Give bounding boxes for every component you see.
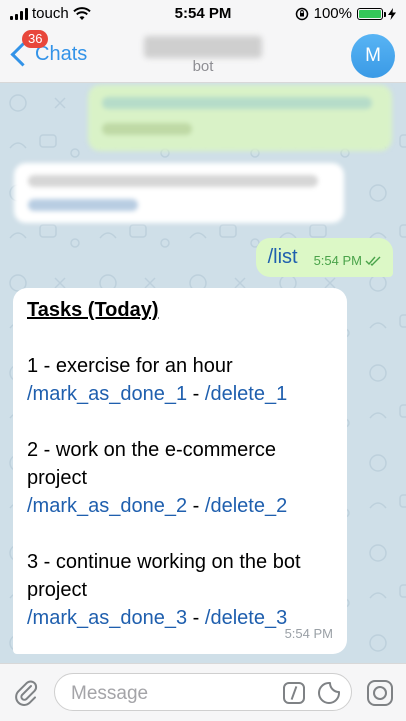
outgoing-meta: 5:54 PM: [314, 253, 381, 268]
message-input[interactable]: Message: [54, 673, 352, 711]
delete-command[interactable]: /delete_1: [205, 383, 287, 405]
sticker-icon[interactable]: [317, 681, 341, 705]
attachment-icon[interactable]: [12, 678, 40, 706]
redacted-incoming-message: [14, 163, 344, 223]
task-item-text-cont: project: [27, 467, 88, 489]
chat-subtitle: bot: [192, 58, 214, 75]
battery-percent: 100%: [313, 5, 352, 22]
task-list-heading: Tasks (Today): [27, 299, 159, 321]
charging-icon: [388, 7, 396, 20]
status-right: 100%: [295, 5, 396, 22]
message-placeholder: Message: [71, 683, 149, 704]
task-item-actions: /mark_as_done_1 - /delete_1: [27, 380, 333, 408]
avatar-initial: M: [365, 45, 381, 66]
delete-command[interactable]: /delete_2: [205, 495, 287, 517]
outgoing-message[interactable]: /list 5:54 PM: [255, 238, 393, 277]
command-separator: -: [187, 383, 205, 405]
mark-done-command[interactable]: /mark_as_done_1: [27, 383, 187, 405]
chat-header: Chats 36 bot M: [0, 30, 406, 83]
orientation-lock-icon: [295, 7, 308, 20]
telegram-chat-screen: touch 5:54 PM 100% Chats 36 bot M /list …: [0, 0, 406, 721]
command-separator: -: [187, 495, 205, 517]
bot-commands-icon[interactable]: [283, 682, 305, 704]
task-item-text: 3 - continue working on the bot: [27, 551, 301, 573]
message-list[interactable]: /list 5:54 PM Tasks (Today) 1 - exercise…: [0, 83, 406, 663]
double-check-icon: [365, 256, 381, 266]
outgoing-time: 5:54 PM: [313, 253, 362, 268]
incoming-message[interactable]: Tasks (Today) 1 - exercise for an hour /…: [13, 288, 347, 654]
avatar[interactable]: M: [351, 34, 395, 78]
command-separator: -: [187, 607, 205, 629]
camera-icon[interactable]: [366, 679, 394, 707]
outgoing-command[interactable]: /list: [268, 246, 298, 269]
redacted-outgoing-message: [88, 85, 392, 151]
mark-done-command[interactable]: /mark_as_done_3: [27, 607, 187, 629]
incoming-time: 5:54 PM: [284, 626, 333, 641]
mark-done-command[interactable]: /mark_as_done_2: [27, 495, 187, 517]
status-bar: touch 5:54 PM 100%: [0, 0, 406, 30]
task-item-text: 2 - work on the e-commerce: [27, 439, 276, 461]
battery-icon: [357, 7, 386, 20]
chat-title-redacted: [144, 36, 262, 58]
task-item-text-cont: project: [27, 579, 88, 601]
task-item-actions: /mark_as_done_2 - /delete_2: [27, 492, 333, 520]
composer: Message: [0, 663, 406, 721]
task-item-text: 1 - exercise for an hour: [27, 355, 233, 377]
delete-command[interactable]: /delete_3: [205, 607, 287, 629]
